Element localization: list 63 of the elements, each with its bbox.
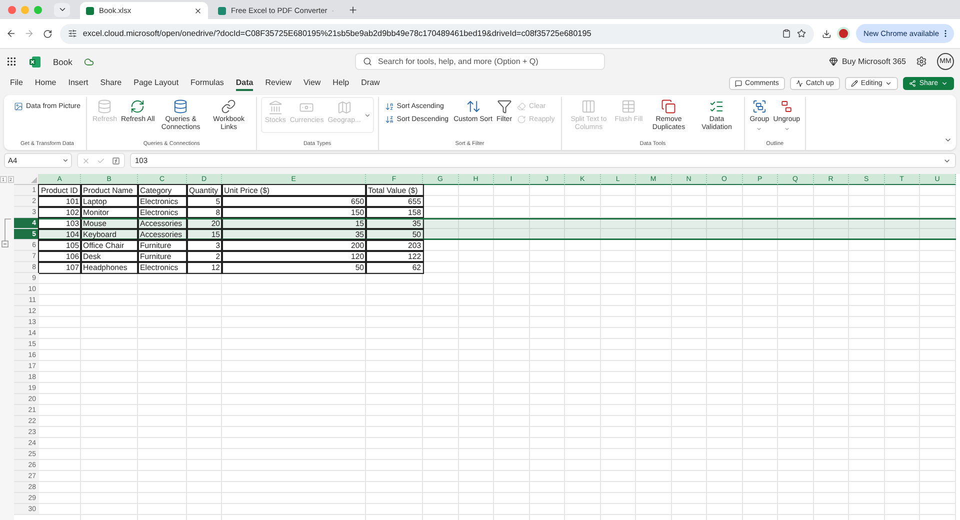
download-icon[interactable]	[822, 28, 832, 38]
diamond-icon	[828, 57, 838, 66]
checklist-icon	[709, 99, 724, 114]
reload-icon[interactable]	[42, 28, 52, 38]
link-icon	[221, 99, 236, 114]
buy-link[interactable]: Buy Microsoft 365	[828, 57, 906, 66]
site-settings-icon[interactable]	[68, 29, 77, 38]
copy-icon	[661, 99, 676, 114]
pencil-icon	[850, 80, 858, 87]
favicon-icon	[218, 6, 226, 14]
caret-icon	[941, 80, 948, 87]
table-icon	[621, 99, 636, 114]
clipboard-icon[interactable]	[782, 29, 791, 38]
group-icon	[752, 99, 767, 114]
address-bar[interactable]: excel.cloud.microsoft/open/onedrive/?docId=C08F35725E680195%21sb5be9ab2d9bb49e78c170489461bed19&driveId=c08f35725e680195	[60, 24, 814, 44]
extension-icon[interactable]	[839, 29, 848, 38]
pulse-icon	[796, 80, 803, 87]
app-launcher-icon[interactable]	[6, 56, 17, 67]
ribbon-tab[interactable]: View	[303, 76, 321, 91]
eraser-icon	[517, 102, 526, 111]
filter-icon	[496, 99, 512, 114]
ribbon-tab[interactable]: Help	[332, 76, 350, 91]
ribbon-tab[interactable]: Insert	[68, 76, 88, 91]
spreadsheet-logo-icon	[29, 56, 41, 68]
refresh-icon	[130, 99, 146, 114]
share-icon	[909, 80, 916, 87]
image-icon	[14, 102, 23, 111]
rotate-arrow-icon	[517, 115, 526, 124]
ribbon-tab[interactable]: Review	[265, 76, 292, 91]
sort-icon	[466, 99, 481, 114]
cloud-icon[interactable]	[84, 56, 94, 66]
ribbon-tab[interactable]: Home	[34, 76, 56, 91]
caret-icon[interactable]	[364, 112, 371, 118]
bank-building-icon	[268, 100, 283, 115]
database-icon	[173, 99, 188, 114]
check-icon[interactable]	[96, 156, 105, 164]
settings-icon[interactable]	[916, 56, 927, 67]
sort-ascending-icon	[384, 102, 394, 111]
caret-icon	[58, 5, 66, 14]
columns-icon	[581, 99, 596, 114]
search-icon	[363, 57, 372, 66]
function-icon[interactable]	[112, 156, 120, 164]
sort-descending-icon	[384, 115, 394, 124]
file-name: Book	[53, 56, 72, 66]
caret-icon[interactable]	[944, 136, 952, 144]
tab-list-button[interactable]	[54, 2, 70, 16]
comment-icon	[735, 80, 742, 87]
favicon-icon	[86, 6, 94, 14]
new-tab-icon[interactable]	[348, 4, 358, 14]
ribbon-tab[interactable]: Page Layout	[134, 76, 179, 91]
ungroup-icon	[779, 99, 794, 114]
ribbon-tab[interactable]: Data	[236, 76, 254, 91]
bookmark-star-icon[interactable]	[796, 29, 806, 38]
search-field[interactable]: Search for tools, help, and more (Option + Q)	[355, 53, 605, 70]
ribbon-tab[interactable]: Draw	[361, 76, 380, 91]
database-icon	[97, 99, 112, 114]
caret-icon	[885, 80, 892, 87]
map-icon	[336, 100, 352, 115]
ribbon-tab[interactable]: Share	[100, 76, 122, 91]
ribbon-tab[interactable]: Formulas	[190, 76, 224, 91]
back-icon[interactable]	[6, 28, 16, 39]
ribbon-tab[interactable]: File	[10, 76, 23, 91]
caret-icon	[62, 157, 69, 164]
